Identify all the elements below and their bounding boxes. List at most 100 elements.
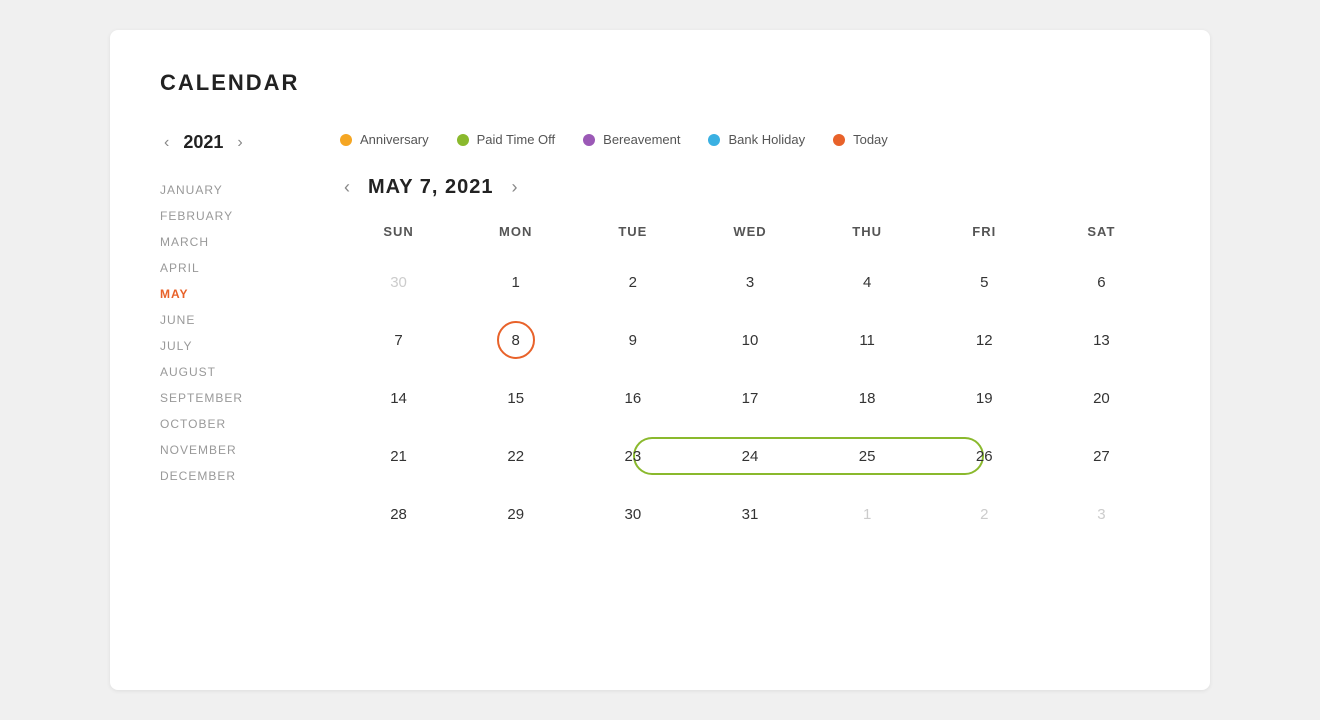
- legend-item: Paid Time Off: [457, 132, 556, 147]
- month-title: MAY 7, 2021: [368, 176, 494, 199]
- calendar-day-cell[interactable]: 9: [574, 311, 691, 369]
- prev-year-button[interactable]: ‹: [160, 133, 173, 153]
- weekday-header-cell: SUN: [340, 224, 457, 253]
- year-label: 2021: [183, 132, 223, 153]
- sidebar-month-item[interactable]: SEPTEMBER: [160, 385, 300, 411]
- calendar-day-cell[interactable]: 7: [340, 311, 457, 369]
- calendar-layout: ‹ 2021 › JANUARYFEBRUARYMARCHAPRILMAYJUN…: [160, 132, 1160, 543]
- calendar-day-cell[interactable]: 1: [457, 253, 574, 311]
- calendar-day-cell[interactable]: 30: [574, 485, 691, 543]
- calendar-day-cell[interactable]: 17: [691, 369, 808, 427]
- calendar-day-cell[interactable]: 13: [1043, 311, 1160, 369]
- sidebar-month-item[interactable]: NOVEMBER: [160, 437, 300, 463]
- legend-item: Anniversary: [340, 132, 429, 147]
- sidebar-month-item[interactable]: FEBRUARY: [160, 203, 300, 229]
- calendar-day-cell[interactable]: 19: [926, 369, 1043, 427]
- sidebar-month-item[interactable]: MAY: [160, 281, 300, 307]
- calendar-day-cell[interactable]: 4: [809, 253, 926, 311]
- prev-month-button[interactable]: ‹: [340, 175, 354, 200]
- calendar-day-cell[interactable]: 15: [457, 369, 574, 427]
- calendar-week-row: 7 8 9 10 11 12 13: [340, 311, 1160, 369]
- day-number: 24: [731, 437, 769, 475]
- calendar-day-cell[interactable]: 27: [1043, 427, 1160, 485]
- calendar-day-cell[interactable]: 8: [457, 311, 574, 369]
- calendar-day-cell[interactable]: 1: [809, 485, 926, 543]
- weekday-header-cell: WED: [691, 224, 808, 253]
- calendar-day-cell[interactable]: 28: [340, 485, 457, 543]
- day-number: 9: [614, 321, 652, 359]
- sidebar-month-item[interactable]: APRIL: [160, 255, 300, 281]
- calendar-day-cell[interactable]: 29: [457, 485, 574, 543]
- day-number: 15: [497, 379, 535, 417]
- legend-label: Paid Time Off: [477, 132, 556, 147]
- legend-label: Bereavement: [603, 132, 680, 147]
- legend-item: Bereavement: [583, 132, 680, 147]
- day-number: 31: [731, 495, 769, 533]
- calendar-day-cell[interactable]: 5: [926, 253, 1043, 311]
- day-number: 16: [614, 379, 652, 417]
- day-number: 29: [497, 495, 535, 533]
- day-number: 20: [1082, 379, 1120, 417]
- calendar-day-cell[interactable]: 14: [340, 369, 457, 427]
- month-list: JANUARYFEBRUARYMARCHAPRILMAYJUNEJULYAUGU…: [160, 177, 300, 489]
- day-number: 14: [380, 379, 418, 417]
- calendar-day-cell[interactable]: 31: [691, 485, 808, 543]
- day-number: 2: [965, 495, 1003, 533]
- weekday-header-cell: FRI: [926, 224, 1043, 253]
- calendar-day-cell[interactable]: 11: [809, 311, 926, 369]
- calendar-week-row: 28 29 30 31 1 2 3: [340, 485, 1160, 543]
- calendar-day-cell[interactable]: 18: [809, 369, 926, 427]
- next-month-button[interactable]: ›: [508, 175, 522, 200]
- sidebar-month-item[interactable]: JANUARY: [160, 177, 300, 203]
- calendar-day-cell[interactable]: 24: [691, 427, 808, 485]
- legend-dot: [340, 134, 352, 146]
- page-title: CALENDAR: [160, 70, 1160, 96]
- calendar-day-cell[interactable]: 10: [691, 311, 808, 369]
- calendar-day-cell[interactable]: 20: [1043, 369, 1160, 427]
- calendar-day-cell[interactable]: 25: [809, 427, 926, 485]
- sidebar-month-item[interactable]: JUNE: [160, 307, 300, 333]
- legend-dot: [708, 134, 720, 146]
- calendar-day-cell[interactable]: 2: [574, 253, 691, 311]
- calendar-day-cell[interactable]: 22: [457, 427, 574, 485]
- sidebar: ‹ 2021 › JANUARYFEBRUARYMARCHAPRILMAYJUN…: [160, 132, 300, 543]
- main-card: CALENDAR ‹ 2021 › JANUARYFEBRUARYMARCHAP…: [110, 30, 1210, 690]
- day-number: 23: [614, 437, 652, 475]
- calendar-day-cell[interactable]: 26: [926, 427, 1043, 485]
- day-number: 10: [731, 321, 769, 359]
- calendar-day-cell[interactable]: 3: [1043, 485, 1160, 543]
- calendar-day-cell[interactable]: 3: [691, 253, 808, 311]
- weekday-header-cell: MON: [457, 224, 574, 253]
- day-number: 19: [965, 379, 1003, 417]
- legend-item: Bank Holiday: [708, 132, 805, 147]
- day-number: 7: [380, 321, 418, 359]
- sidebar-month-item[interactable]: OCTOBER: [160, 411, 300, 437]
- sidebar-month-item[interactable]: JULY: [160, 333, 300, 359]
- sidebar-month-item[interactable]: DECEMBER: [160, 463, 300, 489]
- day-number: 1: [497, 263, 535, 301]
- next-year-button[interactable]: ›: [233, 133, 246, 153]
- legend-label: Anniversary: [360, 132, 429, 147]
- calendar-day-cell[interactable]: 12: [926, 311, 1043, 369]
- day-number: 12: [965, 321, 1003, 359]
- legend-label: Today: [853, 132, 888, 147]
- calendar-main: Anniversary Paid Time Off Bereavement Bank …: [340, 132, 1160, 543]
- day-number: 13: [1082, 321, 1120, 359]
- calendar-day-cell[interactable]: 21: [340, 427, 457, 485]
- calendar-day-cell[interactable]: 6: [1043, 253, 1160, 311]
- calendar-day-cell[interactable]: 16: [574, 369, 691, 427]
- legend-item: Today: [833, 132, 888, 147]
- day-number: 17: [731, 379, 769, 417]
- year-nav: ‹ 2021 ›: [160, 132, 300, 153]
- sidebar-month-item[interactable]: MARCH: [160, 229, 300, 255]
- day-number: 21: [380, 437, 418, 475]
- day-number: 25: [848, 437, 886, 475]
- calendar-day-cell[interactable]: 30: [340, 253, 457, 311]
- day-number: 18: [848, 379, 886, 417]
- calendar-day-cell[interactable]: 2: [926, 485, 1043, 543]
- day-number: 3: [1082, 495, 1120, 533]
- calendar-day-cell[interactable]: 23: [574, 427, 691, 485]
- month-nav: ‹ MAY 7, 2021 ›: [340, 175, 1160, 200]
- sidebar-month-item[interactable]: AUGUST: [160, 359, 300, 385]
- calendar-week-row: 30 1 23456: [340, 253, 1160, 311]
